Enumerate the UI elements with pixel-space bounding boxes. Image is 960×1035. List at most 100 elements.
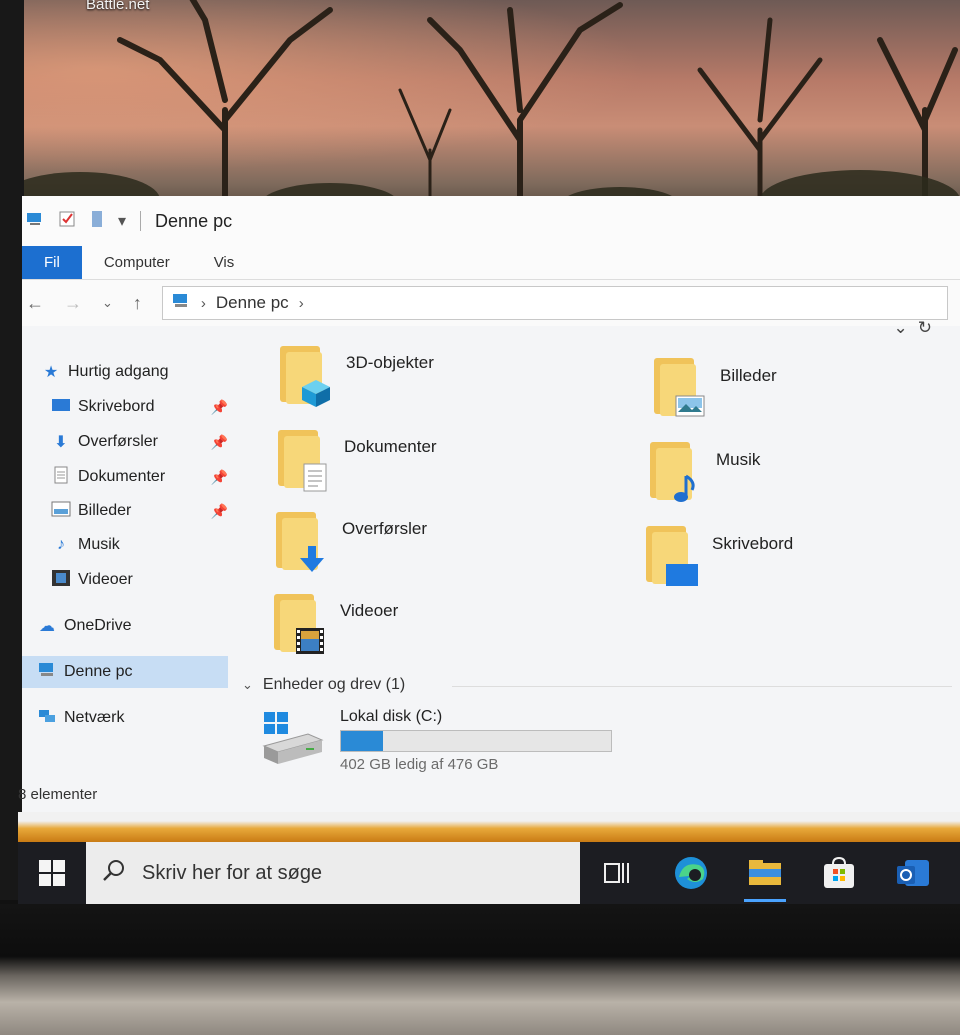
new-folder-icon[interactable]: [90, 210, 104, 233]
drive-name: Lokal disk (C:): [340, 708, 443, 725]
music-icon: [674, 474, 695, 502]
tab-computer[interactable]: Computer: [82, 246, 192, 279]
folder-pictures[interactable]: Billeder: [652, 358, 777, 418]
pin-icon[interactable]: 📌: [211, 434, 228, 451]
start-button[interactable]: [18, 842, 86, 904]
folder-icon: [648, 442, 696, 502]
window-title: Denne pc: [155, 210, 233, 231]
recent-locations-chevron-icon[interactable]: ⌄: [102, 295, 113, 311]
3d-objects-icon: [302, 380, 330, 407]
file-explorer-window: ▾ Denne pc Fil Computer Vis ← → ⌄ ↑ › De…: [18, 196, 960, 828]
this-pc-icon[interactable]: [26, 211, 44, 232]
address-bar: ← → ⌄ ↑ › Denne pc ›: [22, 280, 960, 326]
pictures-icon: [50, 501, 72, 522]
store-icon[interactable]: [802, 842, 876, 904]
properties-icon[interactable]: [58, 210, 76, 233]
file-explorer-icon[interactable]: [728, 842, 802, 904]
monitor-bezel: [0, 0, 24, 900]
back-arrow-icon[interactable]: ←: [26, 293, 44, 314]
sidebar-item-label: Denne pc: [64, 663, 133, 680]
ribbon-tabs: Fil Computer Vis: [22, 246, 960, 280]
pin-icon[interactable]: 📌: [211, 399, 228, 416]
monitor-bezel-bottom: [0, 904, 960, 1035]
sidebar-item-label: Dokumenter: [78, 468, 166, 485]
folder-videos[interactable]: Videoer: [272, 594, 398, 654]
status-bar-count: 8 elementer: [18, 786, 98, 803]
sidebar-item-documents[interactable]: Dokumenter 📌: [50, 461, 228, 493]
desktop-icon-label[interactable]: Battle.net: [86, 0, 149, 13]
devices-section-header[interactable]: ⌄ Enheder og drev (1): [242, 676, 405, 694]
sidebar-item-music[interactable]: ♪ Musik: [50, 529, 228, 561]
sidebar-item-network[interactable]: Netværk: [36, 702, 228, 734]
document-icon: [303, 463, 327, 492]
customize-quick-access-icon[interactable]: ▾: [118, 211, 126, 231]
music-icon: ♪: [57, 536, 65, 553]
refresh-icon[interactable]: ↻: [918, 318, 932, 338]
network-icon: [36, 707, 58, 730]
document-icon: [50, 466, 72, 489]
tab-vis[interactable]: Vis: [192, 246, 257, 279]
folder-3d-objects[interactable]: 3D-objekter: [278, 346, 434, 407]
folder-label: Billeder: [720, 366, 777, 385]
drive-usage-bar: [340, 730, 612, 752]
outlook-icon[interactable]: [876, 842, 950, 904]
folder-icon: [278, 346, 330, 407]
sidebar-item-videos[interactable]: Videoer: [50, 564, 228, 596]
onedrive-icon: ☁: [39, 618, 55, 635]
hard-drive-icon: [262, 708, 324, 770]
forward-arrow-icon[interactable]: →: [64, 293, 82, 314]
this-pc-icon: [171, 293, 191, 314]
drive-local-disk-c[interactable]: Lokal disk (C:) 402 GB ledig af 476 GB: [262, 708, 612, 773]
breadcrumb-this-pc[interactable]: Denne pc: [216, 293, 289, 313]
sidebar-item-label: Skrivebord: [78, 398, 155, 415]
folder-downloads[interactable]: Overførsler: [274, 512, 427, 572]
video-icon: [296, 628, 324, 654]
sidebar-item-label: Videoer: [78, 571, 133, 588]
edge-icon[interactable]: [654, 842, 728, 904]
folder-icon: [644, 526, 698, 586]
download-icon: ⬇: [54, 434, 68, 451]
sidebar-item-onedrive[interactable]: ☁ OneDrive: [36, 610, 228, 642]
taskbar-search-box[interactable]: Skriv her for at søge: [86, 842, 580, 904]
address-history-chevron-icon[interactable]: ⌄: [894, 318, 908, 338]
pictures-icon: [675, 395, 705, 417]
download-icon: [300, 546, 324, 572]
task-view-icon[interactable]: [580, 842, 654, 904]
pin-icon[interactable]: 📌: [211, 469, 228, 486]
collapse-chevron-icon[interactable]: ⌄: [242, 677, 253, 693]
sidebar-item-pictures[interactable]: Billeder 📌: [50, 495, 228, 527]
sidebar-item-desktop[interactable]: Skrivebord 📌: [50, 391, 228, 423]
folder-view: 3D-objekter Billeder Dokumenter Musik Ov…: [242, 346, 960, 786]
video-icon: [50, 569, 72, 592]
folder-documents[interactable]: Dokumenter: [276, 430, 437, 492]
folder-label: Overførsler: [342, 519, 427, 538]
search-icon: [102, 858, 126, 888]
sidebar-item-label: Musik: [78, 536, 120, 553]
sidebar-item-downloads[interactable]: ⬇ Overførsler 📌: [50, 426, 228, 458]
taskbar: Skriv her for at søge: [18, 842, 960, 904]
sidebar-item-label: Overførsler: [78, 433, 158, 450]
folder-music[interactable]: Musik: [648, 442, 760, 502]
search-placeholder: Skriv her for at søge: [142, 861, 323, 884]
address-input[interactable]: › Denne pc ›: [161, 286, 948, 320]
section-title: Enheder og drev (1): [262, 676, 406, 693]
section-divider: [452, 686, 952, 687]
drive-free-space: 402 GB ledig af 476 GB: [340, 756, 499, 773]
breadcrumb-chevron-icon[interactable]: ›: [299, 295, 304, 312]
sidebar-item-this-pc[interactable]: Denne pc: [22, 656, 228, 688]
folder-label: Skrivebord: [712, 534, 794, 553]
this-pc-icon: [36, 662, 58, 683]
windows-logo-icon: [39, 860, 65, 886]
folder-desktop[interactable]: Skrivebord: [644, 526, 793, 586]
up-arrow-icon[interactable]: ↑: [133, 293, 142, 314]
breadcrumb-chevron-icon[interactable]: ›: [201, 295, 206, 312]
folder-label: 3D-objekter: [346, 353, 434, 372]
sidebar-item-label: Billeder: [78, 502, 132, 519]
pin-icon[interactable]: 📌: [211, 503, 228, 520]
tab-fil[interactable]: Fil: [22, 246, 82, 279]
sidebar-item-quick-access[interactable]: ★ Hurtig adgang: [40, 356, 228, 388]
folder-icon: [276, 430, 327, 492]
folder-label: Videoer: [340, 601, 399, 620]
address-tools: ⌄ ↻: [894, 318, 933, 338]
title-bar: ▾ Denne pc: [22, 196, 960, 246]
